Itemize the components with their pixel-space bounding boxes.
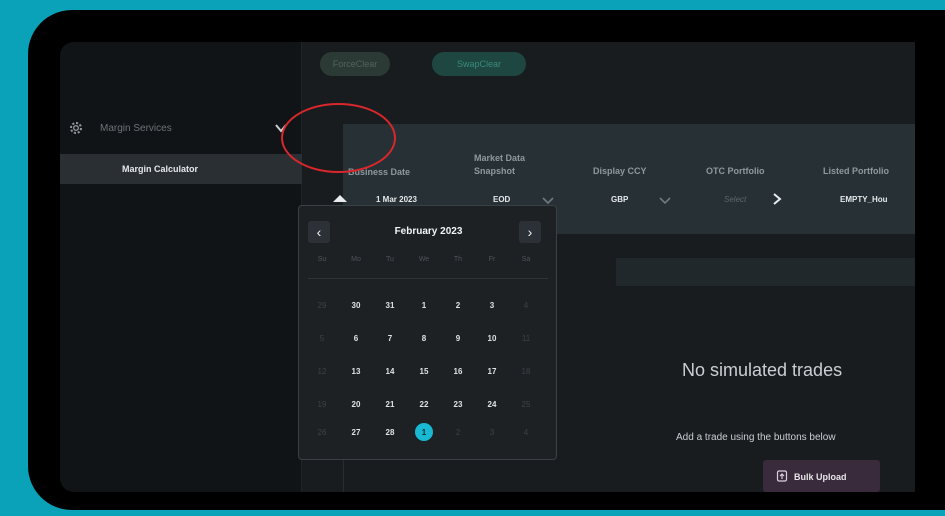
sidebar-item-label: Margin Calculator	[122, 164, 199, 174]
date-picker-calendar: ‹ February 2023 › Su Mo Tu We Th Fr Sa 2…	[298, 205, 557, 460]
calendar-caret	[333, 195, 347, 202]
calendar-day[interactable]: 4	[512, 428, 540, 437]
sidebar-item-margin-calculator[interactable]: Margin Calculator	[60, 154, 302, 184]
calendar-day[interactable]: 15	[410, 367, 438, 376]
calendar-day[interactable]: 11	[512, 334, 540, 343]
calendar-day[interactable]: 21	[376, 400, 404, 409]
calendar-day[interactable]: 30	[342, 301, 370, 310]
swapclear-button[interactable]: SwapClear	[432, 52, 526, 76]
market-data-label-line2: Snapshot	[474, 166, 516, 176]
calendar-day[interactable]: 1	[410, 301, 438, 310]
calendar-day[interactable]: 25	[512, 400, 540, 409]
calendar-day[interactable]: 23	[444, 400, 472, 409]
calendar-day[interactable]: 18	[512, 367, 540, 376]
calendar-day[interactable]: 9	[444, 334, 472, 343]
listed-portfolio-value[interactable]: EMPTY_Hou	[840, 195, 888, 204]
calendar-day[interactable]: 29	[308, 301, 336, 310]
calendar-day[interactable]: 13	[342, 367, 370, 376]
business-date-value[interactable]: 1 Mar 2023	[376, 195, 417, 204]
table-header-strip	[616, 258, 915, 286]
calendar-day[interactable]: 7	[376, 334, 404, 343]
weekday-header: Mo	[351, 256, 361, 263]
sidebar-section-title: Margin Services	[100, 123, 172, 134]
calendar-day[interactable]: 16	[444, 367, 472, 376]
calendar-divider	[308, 278, 548, 279]
market-data-label-line1: Market Data	[474, 153, 526, 163]
chevron-right-icon[interactable]	[770, 192, 784, 206]
calendar-day[interactable]: 26	[308, 428, 336, 437]
weekday-header: Sa	[521, 256, 531, 263]
calendar-day[interactable]: 14	[376, 367, 404, 376]
calendar-day[interactable]: 20	[342, 400, 370, 409]
calendar-day[interactable]: 24	[478, 400, 506, 409]
display-ccy-label: Display CCY	[593, 166, 647, 176]
weekday-header: Su	[317, 256, 327, 263]
sidebar-section-margin-services[interactable]: Margin Services	[60, 114, 302, 144]
bulk-upload-label: Bulk Upload	[794, 472, 847, 482]
highlight-circle	[281, 103, 396, 173]
gear-icon	[70, 122, 82, 134]
calendar-day[interactable]: 31	[376, 301, 404, 310]
otc-portfolio-label: OTC Portfolio	[706, 166, 765, 176]
display-ccy-value[interactable]: GBP	[611, 195, 628, 204]
weekday-header: Tu	[386, 256, 394, 263]
calendar-day[interactable]: 28	[376, 428, 404, 437]
calendar-day[interactable]: 6	[342, 334, 370, 343]
calendar-day[interactable]: 19	[308, 400, 336, 409]
otc-portfolio-select[interactable]: Select	[724, 195, 746, 204]
calendar-day[interactable]: 4	[512, 301, 540, 310]
calendar-day[interactable]: 10	[478, 334, 506, 343]
empty-state-title: No simulated trades	[682, 360, 843, 380]
sidebar: Margin Services Margin Calculator	[60, 42, 302, 492]
calendar-day[interactable]: 5	[308, 334, 336, 343]
weekday-header: Th	[453, 256, 463, 263]
chevron-down-icon[interactable]	[658, 193, 672, 207]
calendar-day[interactable]: 8	[410, 334, 438, 343]
next-month-button[interactable]: ›	[519, 221, 541, 243]
bulk-upload-button[interactable]: Bulk Upload	[763, 460, 880, 492]
market-data-value[interactable]: EOD	[493, 195, 510, 204]
calendar-day[interactable]: 2	[444, 428, 472, 437]
upload-icon	[776, 470, 788, 482]
calendar-day[interactable]: 17	[478, 367, 506, 376]
weekday-header: We	[418, 256, 430, 263]
listed-portfolio-label: Listed Portfolio	[823, 166, 889, 176]
empty-state-subtitle: Add a trade using the buttons below	[676, 432, 836, 443]
calendar-day-selected[interactable]: 1	[410, 428, 438, 437]
calendar-day[interactable]: 27	[342, 428, 370, 437]
calendar-day[interactable]: 12	[308, 367, 336, 376]
calendar-day[interactable]: 3	[478, 301, 506, 310]
weekday-header: Fr	[488, 256, 496, 263]
forceclear-button[interactable]: ForceClear	[320, 52, 390, 76]
calendar-day[interactable]: 22	[410, 400, 438, 409]
calendar-day[interactable]: 2	[444, 301, 472, 310]
calendar-day[interactable]: 3	[478, 428, 506, 437]
